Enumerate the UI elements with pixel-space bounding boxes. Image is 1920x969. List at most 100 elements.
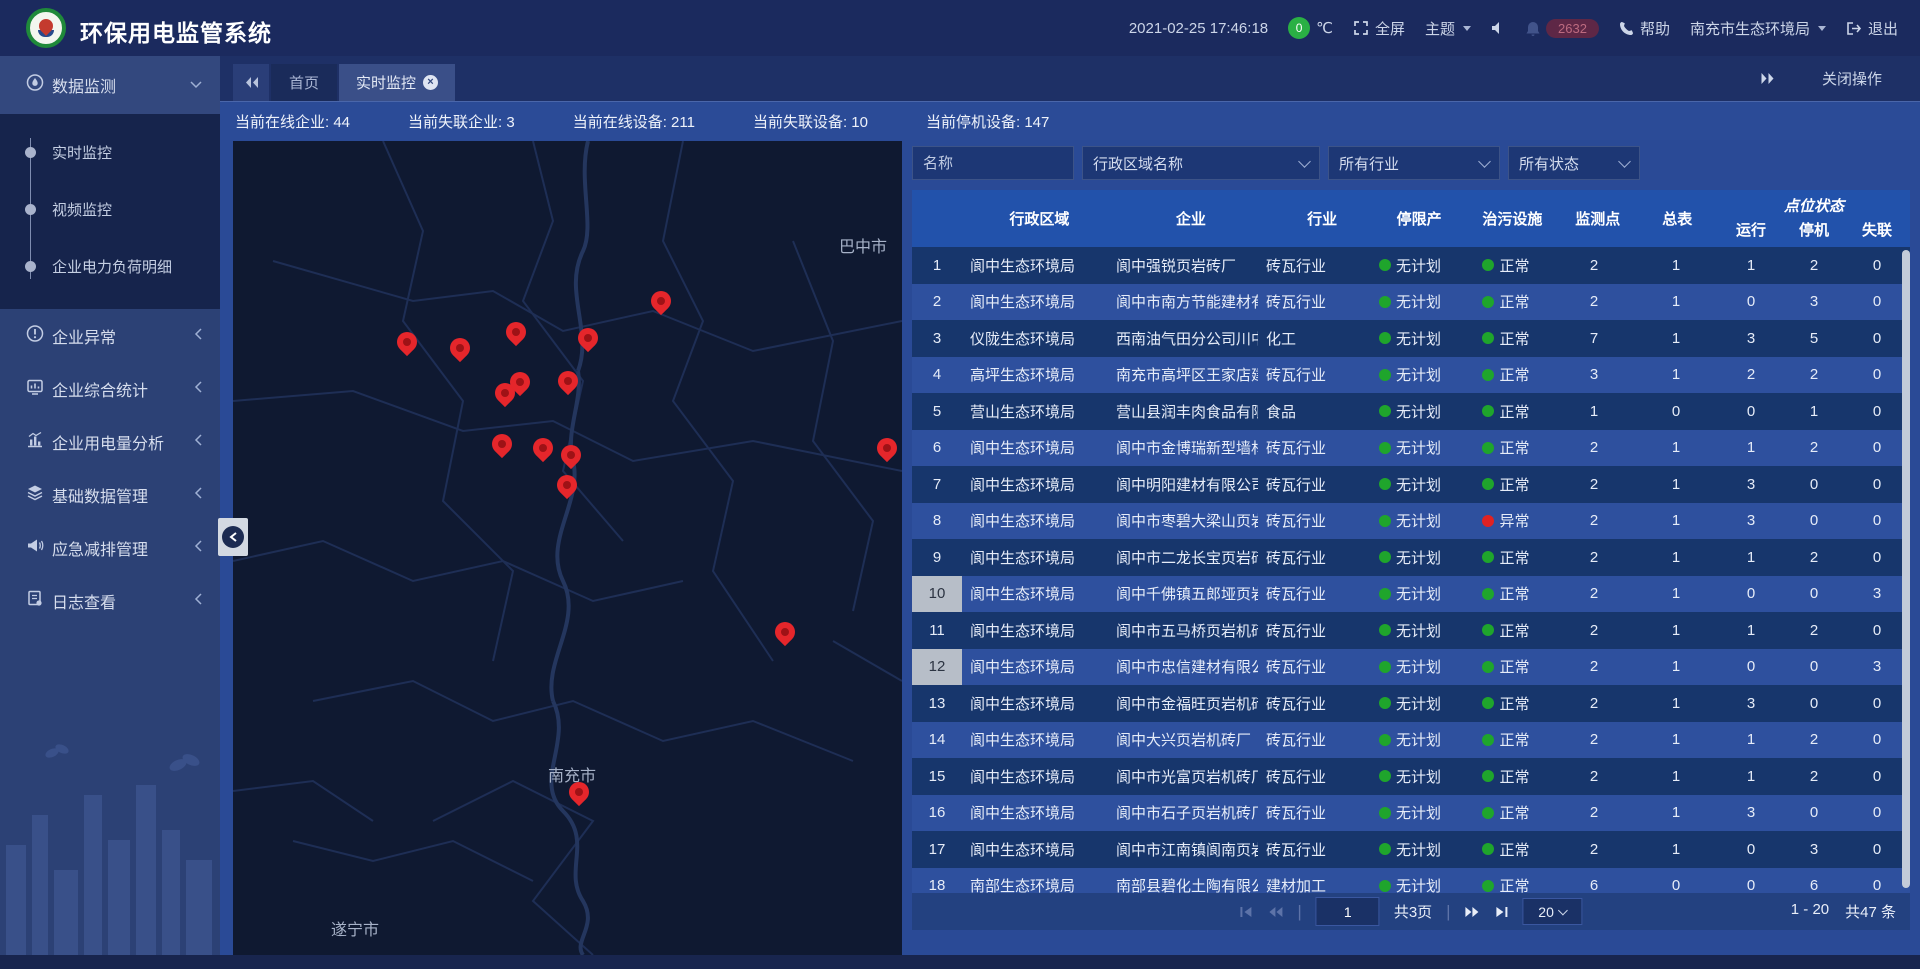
map[interactable]: 巴中市南充市遂宁市 bbox=[233, 141, 902, 955]
cell-facility-status: 异常 bbox=[1458, 503, 1554, 540]
user-name: 南充市生态环境局 bbox=[1690, 18, 1810, 39]
tabs-scroll-left-button[interactable] bbox=[233, 64, 269, 101]
sidebar-item-realtime-monitoring[interactable]: 实时监控 bbox=[0, 124, 220, 181]
cell-monitor-points: 2 bbox=[1554, 722, 1634, 759]
table-row[interactable]: 2阆中生态环境局阆中市南方节能建材有砖瓦行业无计划正常21030 bbox=[912, 284, 1910, 321]
cell-monitor-points: 2 bbox=[1554, 612, 1634, 649]
table-row[interactable]: 12阆中生态环境局阆中市忠信建材有限公砖瓦行业无计划正常21003 bbox=[912, 649, 1910, 686]
column-header-production: 停限产 bbox=[1373, 190, 1466, 247]
green-status-dot-icon bbox=[1379, 259, 1391, 271]
green-status-dot-icon bbox=[1482, 551, 1494, 563]
close-operations-button[interactable]: 关闭操作 bbox=[1822, 68, 1882, 89]
double-arrow-right-icon[interactable] bbox=[1760, 72, 1776, 85]
table-row[interactable]: 13阆中生态环境局阆中市金福旺页岩机砖砖瓦行业无计划正常21300 bbox=[912, 685, 1910, 722]
sidebar-item-basic-data[interactable]: 基础数据管理 bbox=[0, 468, 220, 521]
cell-industry: 砖瓦行业 bbox=[1258, 539, 1362, 576]
cell-production-status: 无计划 bbox=[1362, 247, 1458, 284]
cell-total-meters: 1 bbox=[1634, 247, 1718, 284]
table-row[interactable]: 6阆中生态环境局阆中市金博瑞新型墙材砖瓦行业无计划正常21120 bbox=[912, 430, 1910, 467]
sidebar-item-enterprise-abnormal[interactable]: 企业异常 bbox=[0, 309, 220, 362]
green-status-dot-icon bbox=[1379, 807, 1391, 819]
fullscreen-button[interactable]: 全屏 bbox=[1353, 18, 1405, 39]
sound-button[interactable] bbox=[1491, 21, 1506, 35]
cell-total-meters: 1 bbox=[1634, 576, 1718, 613]
tab-home[interactable]: 首页 bbox=[271, 64, 337, 101]
table-row[interactable]: 9阆中生态环境局阆中市二龙长宝页岩砖砖瓦行业无计划正常21120 bbox=[912, 539, 1910, 576]
industry-select[interactable]: 所有行业 bbox=[1328, 146, 1500, 180]
first-page-button[interactable] bbox=[1239, 905, 1253, 919]
sidebar-item-power-load-detail[interactable]: 企业电力负荷明细 bbox=[0, 238, 220, 295]
name-search-input[interactable] bbox=[912, 146, 1074, 180]
map-city-label: 巴中市 bbox=[839, 233, 887, 257]
chevron-down-icon bbox=[1818, 26, 1826, 31]
table-row[interactable]: 14阆中生态环境局阆中大兴页岩机砖厂砖瓦行业无计划正常21120 bbox=[912, 722, 1910, 759]
table-row[interactable]: 10阆中生态环境局阆中千佛镇五郎垭页岩砖瓦行业无计划正常21003 bbox=[912, 576, 1910, 613]
cell-total-meters: 0 bbox=[1634, 393, 1718, 430]
green-status-dot-icon bbox=[1379, 734, 1391, 746]
cell-lost: 0 bbox=[1844, 393, 1910, 430]
cell-monitor-points: 7 bbox=[1554, 320, 1634, 357]
sidebar-item-emergency-reduction[interactable]: 应急减排管理 bbox=[0, 521, 220, 574]
table-row[interactable]: 16阆中生态环境局阆中市石子页岩机砖厂砖瓦行业无计划正常21300 bbox=[912, 795, 1910, 832]
cell-company: 阆中市金博瑞新型墙材 bbox=[1108, 430, 1258, 467]
table-row[interactable]: 5营山生态环境局营山县润丰肉食品有限食品无计划正常10010 bbox=[912, 393, 1910, 430]
cell-region: 阆中生态环境局 bbox=[962, 247, 1108, 284]
cell-facility-status: 正常 bbox=[1458, 539, 1554, 576]
tab-realtime-monitoring[interactable]: 实时监控 × bbox=[339, 64, 455, 101]
green-status-dot-icon bbox=[1482, 332, 1494, 344]
cell-facility-status: 正常 bbox=[1458, 320, 1554, 357]
table-row[interactable]: 11阆中生态环境局阆中市五马桥页岩机砖砖瓦行业无计划正常21120 bbox=[912, 612, 1910, 649]
sidebar-item-electricity-analysis[interactable]: 企业用电量分析 bbox=[0, 415, 220, 468]
last-page-icon bbox=[1495, 905, 1509, 919]
table-scrollbar[interactable] bbox=[1902, 250, 1910, 888]
table-row[interactable]: 4高坪生态环境局南充市高坪区王家店建砖瓦行业无计划正常31220 bbox=[912, 357, 1910, 394]
green-status-dot-icon bbox=[1482, 697, 1494, 709]
divider: | bbox=[1446, 902, 1450, 922]
page-size-select[interactable]: 20 bbox=[1523, 898, 1583, 925]
page-number-input[interactable] bbox=[1316, 897, 1380, 926]
region-select[interactable]: 行政区域名称 bbox=[1082, 146, 1320, 180]
cell-stopped: 2 bbox=[1784, 722, 1844, 759]
green-status-dot-icon bbox=[1482, 588, 1494, 600]
sidebar-item-enterprise-statistics[interactable]: 企业综合统计 bbox=[0, 362, 220, 415]
cell-facility-status: 正常 bbox=[1458, 576, 1554, 613]
cell-production-status: 无计划 bbox=[1362, 430, 1458, 467]
cell-monitor-points: 2 bbox=[1554, 539, 1634, 576]
theme-dropdown[interactable]: 主题 bbox=[1425, 18, 1471, 39]
city-skyline-decoration bbox=[0, 725, 220, 955]
table-row[interactable]: 18南部生态环境局南部县碧化土陶有限公建材加工无计划正常60060 bbox=[912, 868, 1910, 894]
notification-area[interactable]: 2632 bbox=[1526, 19, 1599, 38]
cell-production-status: 无计划 bbox=[1362, 539, 1458, 576]
last-page-button[interactable] bbox=[1495, 905, 1509, 919]
exit-icon bbox=[1846, 21, 1862, 36]
table-row[interactable]: 17阆中生态环境局阆中市江南镇阆南页岩砖瓦行业无计划正常21030 bbox=[912, 831, 1910, 868]
table-row[interactable]: 3仪陇生态环境局西南油气田分公司川中化工无计划正常71350 bbox=[912, 320, 1910, 357]
sidebar-item-data-monitoring[interactable]: 数据监测 bbox=[0, 56, 220, 114]
cell-total-meters: 1 bbox=[1634, 685, 1718, 722]
status-select[interactable]: 所有状态 bbox=[1508, 146, 1640, 180]
column-header-monitor: 监测点 bbox=[1559, 190, 1637, 247]
table-row[interactable]: 15阆中生态环境局阆中市光富页岩机砖厂砖瓦行业无计划正常21120 bbox=[912, 758, 1910, 795]
help-button[interactable]: 帮助 bbox=[1619, 18, 1670, 39]
cell-stopped: 0 bbox=[1784, 503, 1844, 540]
sidebar-item-video-monitoring[interactable]: 视频监控 bbox=[0, 181, 220, 238]
cell-monitor-points: 2 bbox=[1554, 795, 1634, 832]
prev-page-button[interactable] bbox=[1267, 905, 1283, 919]
cell-company: 阆中强锐页岩砖厂 bbox=[1108, 247, 1258, 284]
cell-facility-status: 正常 bbox=[1458, 722, 1554, 759]
cell-running: 0 bbox=[1718, 868, 1784, 894]
cell-facility-status: 正常 bbox=[1458, 831, 1554, 868]
column-header-facility: 治污设施 bbox=[1466, 190, 1559, 247]
map-collapse-button[interactable] bbox=[218, 518, 248, 556]
table-row[interactable]: 8阆中生态环境局阆中市枣碧大梁山页岩砖瓦行业无计划异常21300 bbox=[912, 503, 1910, 540]
cell-production-status: 无计划 bbox=[1362, 831, 1458, 868]
user-dropdown[interactable]: 南充市生态环境局 bbox=[1690, 18, 1826, 39]
cell-total-meters: 1 bbox=[1634, 430, 1718, 467]
table-row[interactable]: 1阆中生态环境局阆中强锐页岩砖厂砖瓦行业无计划正常21120 bbox=[912, 247, 1910, 284]
close-tab-icon[interactable]: × bbox=[423, 75, 438, 90]
table-row[interactable]: 7阆中生态环境局阆中明阳建材有限公司砖瓦行业无计划正常21300 bbox=[912, 466, 1910, 503]
next-page-button[interactable] bbox=[1465, 905, 1481, 919]
sidebar-item-log-view[interactable]: 日志查看 bbox=[0, 574, 220, 627]
bullet-icon bbox=[25, 147, 36, 158]
logout-button[interactable]: 退出 bbox=[1846, 18, 1898, 39]
